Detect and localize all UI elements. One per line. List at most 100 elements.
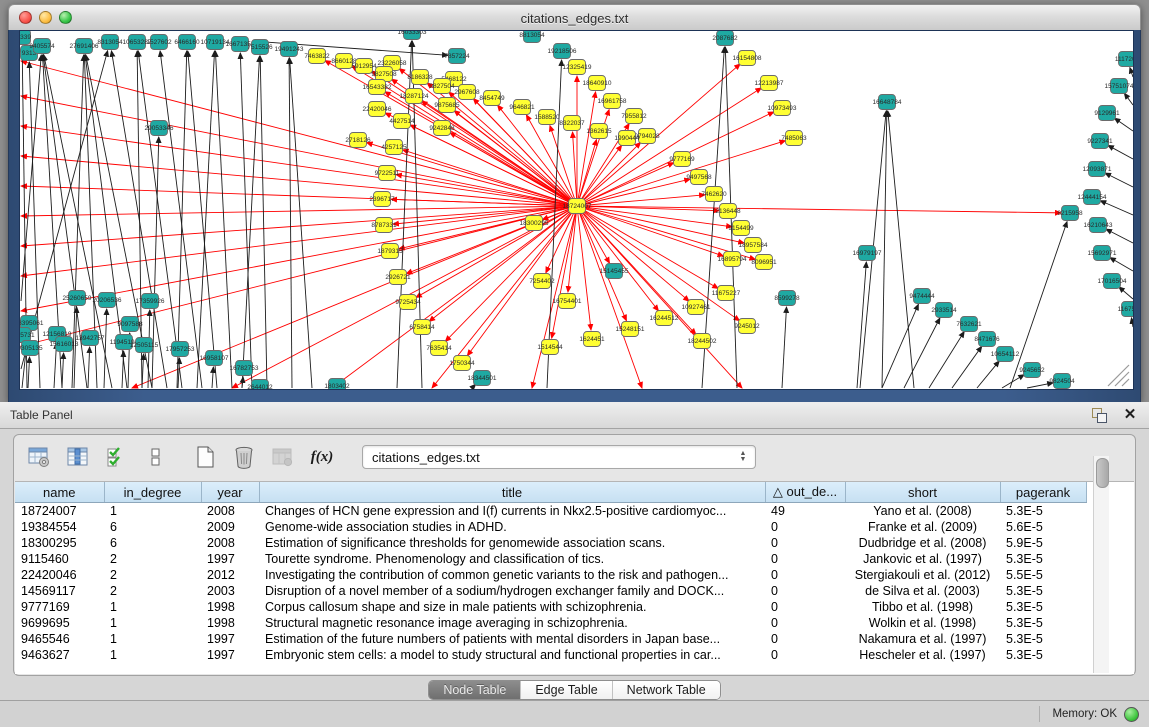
table-cell[interactable]: 1: [104, 503, 201, 520]
table-cell[interactable]: 49: [765, 503, 845, 520]
minimize-window-button[interactable]: [39, 11, 52, 24]
graph-node[interactable]: 15248151: [616, 322, 645, 337]
table-cell[interactable]: 6: [104, 519, 201, 535]
graph-edge[interactable]: [1130, 68, 1133, 77]
table-cell[interactable]: 2009: [201, 519, 259, 535]
graph-node[interactable]: 7955812: [621, 109, 647, 124]
graph-node[interactable]: 7515526: [247, 40, 273, 55]
table-cell[interactable]: 2012: [201, 567, 259, 583]
graph-edge[interactable]: [1108, 145, 1133, 159]
graph-node[interactable]: 9154499: [728, 221, 754, 236]
graph-node[interactable]: 9405574: [29, 39, 55, 54]
table-scrollbar[interactable]: [1093, 456, 1109, 673]
graph-edge[interactable]: [242, 56, 260, 388]
graph-edge[interactable]: [882, 111, 887, 388]
table-cell[interactable]: Tourette syndrome. Phenomenology and cla…: [259, 551, 765, 567]
graph-node[interactable]: 1117204: [1115, 52, 1133, 67]
table-row[interactable]: 2242004622012Investigating the contribut…: [15, 567, 1086, 583]
graph-node[interactable]: 6758414: [409, 320, 435, 335]
graph-edge[interactable]: [577, 92, 596, 206]
table-cell[interactable]: 19384554: [15, 519, 104, 535]
table-cell[interactable]: 0: [765, 615, 845, 631]
graph-node[interactable]: 2718126: [345, 133, 371, 148]
table-select[interactable]: citations_edges.txt ▲▼: [362, 445, 756, 469]
table-cell[interactable]: 5.3E-5: [1000, 599, 1086, 615]
graph-node[interactable]: 1879315: [377, 244, 403, 259]
table-row[interactable]: 977716911998Corpus callosum shape and si…: [15, 599, 1086, 615]
table-cell[interactable]: Estimation of significance thresholds fo…: [259, 535, 765, 551]
graph-node[interactable]: 2644012: [247, 380, 273, 390]
graph-edge[interactable]: [929, 332, 964, 388]
graph-node[interactable]: 12444154: [1078, 190, 1107, 205]
graph-node[interactable]: 12213987: [755, 76, 784, 91]
table-cell[interactable]: Embryonic stem cells: a model to study s…: [259, 647, 765, 663]
graph-edge[interactable]: [552, 206, 577, 338]
graph-node[interactable]: 17957253: [166, 342, 195, 357]
table-cell[interactable]: 1: [104, 631, 201, 647]
graph-node[interactable]: 8096951: [751, 255, 777, 270]
table-cell[interactable]: Hescheler et al. (1997): [845, 647, 1000, 663]
graph-edge[interactable]: [240, 53, 252, 388]
table-row[interactable]: 911546021997Tourette syndrome. Phenomeno…: [15, 551, 1086, 567]
table-cell[interactable]: Changes of HCN gene expression and I(f) …: [259, 503, 765, 520]
graph-node[interactable]: 7632621: [956, 317, 982, 332]
graph-node[interactable]: 9129961: [1094, 106, 1120, 121]
graph-node[interactable]: 18244502: [688, 334, 717, 349]
table-cell[interactable]: 9463627: [15, 647, 104, 663]
graph-node[interactable]: 17016504: [1098, 274, 1127, 289]
table-cell[interactable]: de Silva et al. (2003): [845, 583, 1000, 599]
delete-columns-button[interactable]: [231, 444, 257, 470]
graph-edge[interactable]: [888, 111, 914, 388]
table-cell[interactable]: 14569117: [15, 583, 104, 599]
graph-edge[interactable]: [28, 357, 30, 388]
graph-node[interactable]: 1588520: [534, 110, 560, 125]
table-cell[interactable]: 22420046: [15, 567, 104, 583]
graph-node[interactable]: 9245652: [1019, 363, 1045, 378]
graph-edge[interactable]: [1124, 93, 1133, 105]
graph-node[interactable]: 2087682: [712, 31, 738, 46]
graph-node[interactable]: 7462620: [701, 187, 727, 202]
table-cell[interactable]: Wolkin et al. (1998): [845, 615, 1000, 631]
graph-node[interactable]: 1803402: [324, 379, 350, 390]
column-header[interactable]: title: [259, 482, 765, 503]
graph-node[interactable]: 16033303: [398, 31, 427, 40]
network-graph[interactable]: 1872400718339931394055742769140683130541…: [20, 31, 1133, 389]
graph-node[interactable]: 18344501: [468, 371, 497, 386]
column-header[interactable]: △ out_de...: [765, 482, 845, 503]
table-cell[interactable]: 9115460: [15, 551, 104, 567]
graph-node[interactable]: 8787331: [371, 218, 397, 233]
graph-edge[interactable]: [577, 141, 785, 206]
table-cell[interactable]: Jankovic et al. (1997): [845, 551, 1000, 567]
graph-node[interactable]: 16782753: [230, 361, 259, 376]
table-cell[interactable]: 5.9E-5: [1000, 535, 1086, 551]
graph-node[interactable]: 19491243: [275, 42, 304, 57]
graph-edge[interactable]: [577, 206, 1061, 213]
graph-node[interactable]: 2933514: [931, 303, 957, 318]
graph-node[interactable]: 16754401: [553, 294, 582, 309]
table-cell[interactable]: Investigating the contribution of common…: [259, 567, 765, 583]
table-cell[interactable]: 0: [765, 535, 845, 551]
graph-node[interactable]: 16979197: [853, 246, 882, 261]
graph-node[interactable]: 9722511: [375, 166, 400, 181]
graph-edge[interactable]: [21, 206, 577, 276]
table-cell[interactable]: 1997: [201, 551, 259, 567]
graph-edge[interactable]: [445, 206, 577, 342]
network-window-titlebar[interactable]: citations_edges.txt: [8, 4, 1141, 32]
table-cell[interactable]: 18300295: [15, 535, 104, 551]
table-cell[interactable]: 0: [765, 551, 845, 567]
graph-node[interactable]: 1750344: [449, 356, 475, 371]
graph-node[interactable]: 10654112: [991, 347, 1020, 362]
table-cell[interactable]: 0: [765, 631, 845, 647]
graph-edge[interactable]: [568, 206, 577, 292]
table-cell[interactable]: 1997: [201, 647, 259, 663]
table-row[interactable]: 969969511998Structural magnetic resonanc…: [15, 615, 1086, 631]
graph-edge[interactable]: [104, 309, 107, 388]
table-cell[interactable]: 6: [104, 535, 201, 551]
graph-node[interactable]: 1362615: [586, 124, 612, 139]
table-cell[interactable]: 0: [765, 567, 845, 583]
graph-node[interactable]: 8471676: [974, 332, 1000, 347]
graph-edge[interactable]: [21, 61, 577, 206]
float-panel-button[interactable]: [1091, 407, 1109, 423]
graph-edge[interactable]: [160, 51, 202, 388]
graph-edge[interactable]: [1110, 258, 1133, 271]
